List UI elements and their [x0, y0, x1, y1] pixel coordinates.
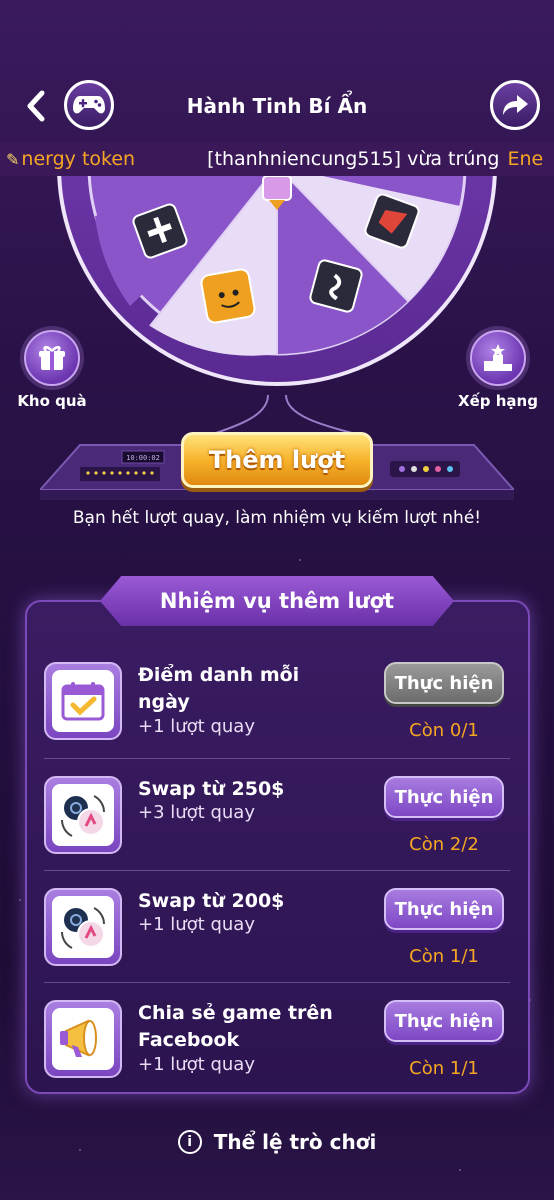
mission-remaining: Còn 1/1 [409, 946, 479, 967]
winner-ticker: ✎ nergy token [thanhniencung515] vừa trú… [0, 142, 554, 176]
no-spins-hint: Bạn hết lượt quay, làm nhiệm vụ kiếm lượ… [72, 508, 482, 528]
mission-remaining: Còn 2/2 [409, 834, 479, 855]
do-mission-button[interactable]: Thực hiện [384, 1000, 504, 1042]
mission-reward: +1 lượt quay [138, 1054, 255, 1075]
mission-reward: +1 lượt quay [138, 914, 255, 935]
info-icon: i [177, 1130, 202, 1154]
mission-name: Điểm danh mỗi ngày [138, 664, 300, 713]
prize-token-icon-3 [200, 268, 256, 324]
machine-readout: 10:00:02 [126, 454, 160, 462]
back-arrow-icon [27, 90, 45, 122]
ticker-prefix: nergy token [21, 148, 136, 170]
add-spins-button[interactable]: Thêm lượt [181, 432, 373, 488]
megaphone-icon: ✎ [6, 149, 20, 169]
ticker-user-text: [thanhniencung515] vừa trúng [207, 148, 500, 170]
page-title: Hành Tinh Bí Ẩn [186, 94, 368, 118]
game-rules-label: Thể lệ trò chơi [213, 1130, 377, 1154]
mission-name: Chia sẻ game trên Facebook [138, 1002, 333, 1051]
mission-name: Swap từ 250$ [138, 778, 285, 800]
missions-title: Nhiệm vụ thêm lượt [100, 576, 454, 626]
swap-coins-icon [44, 776, 122, 854]
megaphone-icon [44, 1000, 122, 1078]
mission-item-share-facebook: Chia sẻ game trên Facebook +1 lượt quay … [44, 1000, 510, 1112]
do-mission-button[interactable]: Thực hiện [384, 662, 504, 704]
do-mission-button[interactable]: Thực hiện [384, 776, 504, 818]
game-menu-button[interactable] [64, 80, 114, 130]
mission-item-swap-250: Swap từ 250$ +3 lượt quay Thực hiện Còn … [44, 776, 510, 888]
share-arrow-icon [503, 95, 528, 115]
top-bar: Hành Tinh Bí Ẩn [0, 78, 554, 134]
mission-name: Swap từ 200$ [138, 890, 285, 912]
mission-reward: +1 lượt quay [138, 716, 255, 737]
divider [44, 982, 510, 983]
podium-icon [470, 330, 526, 386]
do-mission-button[interactable]: Thực hiện [384, 888, 504, 930]
calendar-check-icon [44, 662, 122, 740]
share-button[interactable] [490, 80, 540, 130]
mission-reward: +3 lượt quay [138, 802, 255, 823]
gamepad-icon [73, 96, 105, 114]
gift-icon [24, 330, 80, 386]
swap-coins-icon [44, 888, 122, 966]
ticker-suffix: Ene [507, 148, 544, 170]
divider [44, 758, 510, 759]
mission-remaining: Còn 0/1 [409, 720, 479, 741]
game-rules-link[interactable]: i Thể lệ trò chơi [0, 1126, 554, 1158]
divider [44, 870, 510, 871]
mission-item-swap-200: Swap từ 200$ +1 lượt quay Thực hiện Còn … [44, 888, 510, 1000]
back-button[interactable] [18, 86, 54, 126]
mission-remaining: Còn 1/1 [409, 1058, 479, 1079]
